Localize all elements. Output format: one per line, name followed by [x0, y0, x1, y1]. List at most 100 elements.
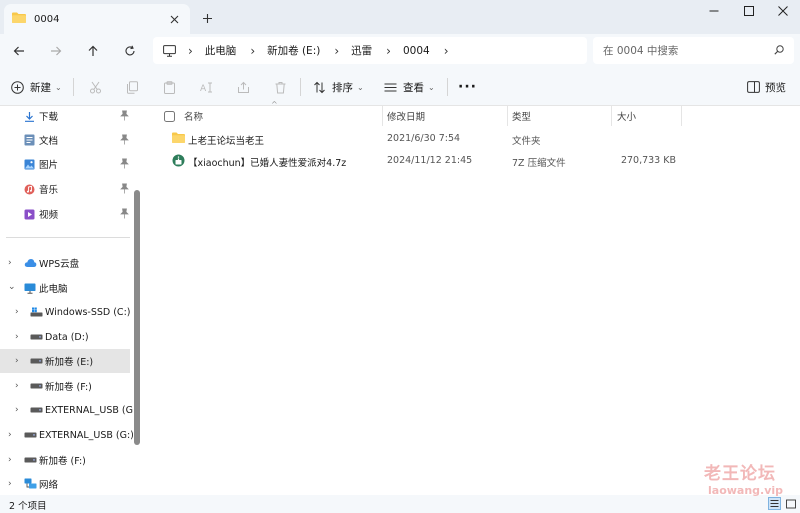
- archive-icon: [172, 154, 185, 170]
- back-button[interactable]: [6, 38, 32, 64]
- nav-item-drive-f[interactable]: › 新加卷 (F:): [0, 374, 130, 398]
- nav-label: 新加卷 (F:): [39, 456, 86, 467]
- svg-text:A: A: [200, 84, 207, 94]
- chevron-right-icon[interactable]: ›: [15, 332, 19, 342]
- new-tab-button[interactable]: [196, 7, 218, 29]
- folder-icon: [172, 132, 185, 146]
- nav-item-drive-e[interactable]: › 新加卷 (E:): [0, 349, 130, 373]
- preview-pane-button[interactable]: 预览: [747, 76, 786, 98]
- nav-item-music[interactable]: 音乐: [0, 177, 130, 201]
- nav-divider: [6, 237, 130, 238]
- nav-item-drive-g[interactable]: › EXTERNAL_USB (G:): [0, 398, 140, 422]
- computer-icon: [24, 283, 36, 294]
- column-label: 名称: [184, 112, 204, 123]
- column-header-type[interactable]: 类型: [512, 106, 531, 126]
- download-icon: [24, 111, 35, 122]
- nav-label: Windows-SSD (C:): [45, 306, 131, 318]
- nav-item-downloads[interactable]: 下载: [0, 106, 130, 128]
- up-button[interactable]: [80, 38, 106, 64]
- drive-icon: [24, 432, 37, 438]
- share-icon[interactable]: [234, 78, 252, 96]
- address-bar[interactable]: › 此电脑 › 新加卷 (E:) › 迅雷 › 0004 ›: [153, 37, 587, 64]
- nav-label: 音乐: [39, 185, 59, 196]
- chevron-right-icon[interactable]: ›: [15, 356, 19, 366]
- column-header-modified[interactable]: 修改日期: [387, 106, 425, 126]
- new-button[interactable]: 新建 ⌄: [11, 76, 62, 98]
- nav-item-new-volume-f[interactable]: › 新加卷 (F:): [0, 448, 130, 472]
- minimize-button[interactable]: [697, 0, 731, 22]
- title-bar: 0004: [0, 0, 800, 34]
- refresh-button[interactable]: [117, 38, 143, 64]
- sort-button[interactable]: 排序 ⌄: [313, 76, 364, 98]
- breadcrumb-0004[interactable]: 0004 ›: [403, 44, 461, 58]
- cloud-icon: [24, 258, 37, 268]
- search-placeholder: 在 0004 中搜索: [603, 45, 679, 57]
- nav-label: 网络: [39, 480, 59, 491]
- divider: [73, 78, 74, 96]
- file-list: ^ 名称 修改日期 类型 大小 上老王论坛当老王 2021/6/30 7:54 …: [160, 100, 800, 495]
- chevron-right-icon[interactable]: ›: [15, 307, 19, 317]
- file-name: 【xiaochun】已婚人妻性爱派对4.7z: [188, 158, 347, 169]
- file-modified: 2021/6/30 7:54: [387, 133, 461, 144]
- chevron-right-icon[interactable]: ›: [8, 430, 12, 440]
- nav-label: 此电脑: [39, 284, 68, 295]
- chevron-right-icon[interactable]: ›: [15, 405, 19, 415]
- nav-item-drive-d[interactable]: › Data (D:): [0, 325, 130, 349]
- nav-label: 新加卷 (E:): [45, 357, 94, 368]
- more-options-button[interactable]: ···: [458, 76, 477, 98]
- nav-label: 图片: [39, 160, 59, 171]
- close-window-button[interactable]: [766, 0, 800, 22]
- copy-icon[interactable]: [123, 78, 141, 96]
- nav-scrollbar-thumb[interactable]: [134, 190, 140, 445]
- pin-icon: [120, 110, 129, 124]
- breadcrumb-xunlei[interactable]: 迅雷 ›: [351, 43, 403, 58]
- table-row[interactable]: 【xiaochun】已婚人妻性爱派对4.7z 2024/11/12 21:45 …: [160, 150, 680, 172]
- sort-icon: [313, 81, 326, 94]
- paste-icon[interactable]: [160, 78, 178, 96]
- nav-label: WPS云盘: [39, 259, 80, 270]
- column-separator[interactable]: [507, 106, 508, 126]
- forward-button[interactable]: [43, 38, 69, 64]
- chevron-down-icon[interactable]: ⌄: [8, 282, 16, 292]
- nav-item-this-pc[interactable]: ⌄ 此电脑: [0, 276, 130, 300]
- divider: [447, 78, 448, 96]
- chevron-right-icon[interactable]: ›: [15, 381, 19, 391]
- rename-icon[interactable]: A: [197, 78, 215, 96]
- select-all-checkbox[interactable]: [164, 106, 175, 126]
- chevron-right-icon[interactable]: ›: [8, 455, 12, 465]
- watermark-sub: laowang.vip: [708, 484, 784, 497]
- tiles-view-button[interactable]: [784, 497, 797, 510]
- column-separator[interactable]: [382, 106, 383, 126]
- nav-item-drive-c[interactable]: › Windows-SSD (C:): [0, 300, 130, 324]
- breadcrumb-label: 此电脑: [204, 45, 237, 57]
- breadcrumb-drive-e[interactable]: 新加卷 (E:) ›: [267, 43, 351, 58]
- breadcrumb-separator[interactable]: ›: [188, 44, 205, 58]
- column-header-name[interactable]: 名称: [184, 106, 203, 126]
- breadcrumb-this-pc[interactable]: 此电脑 ›: [205, 43, 267, 58]
- nav-item-wps-cloud[interactable]: › WPS云盘: [0, 251, 130, 275]
- address-row: › 此电脑 › 新加卷 (E:) › 迅雷 › 0004 › 在 0004 中搜索: [0, 34, 800, 66]
- nav-item-external-usb-g[interactable]: › EXTERNAL_USB (G:): [0, 423, 134, 447]
- nav-item-videos[interactable]: 视频: [0, 202, 130, 226]
- search-input[interactable]: 在 0004 中搜索: [593, 37, 794, 64]
- view-button[interactable]: 查看 ⌄: [384, 76, 435, 98]
- music-icon: [24, 184, 35, 195]
- chevron-right-icon[interactable]: ›: [8, 258, 12, 268]
- delete-icon[interactable]: [271, 78, 289, 96]
- column-separator[interactable]: [611, 106, 612, 126]
- chevron-down-icon: ⌄: [55, 82, 62, 92]
- table-row[interactable]: 上老王论坛当老王 2021/6/30 7:54 文件夹: [160, 128, 680, 150]
- nav-label: 下载: [39, 112, 59, 123]
- tab-0004[interactable]: 0004: [4, 4, 190, 34]
- nav-item-documents[interactable]: 文档: [0, 128, 130, 152]
- column-header-size[interactable]: 大小: [617, 106, 636, 126]
- cut-icon[interactable]: [86, 78, 104, 96]
- column-separator[interactable]: [681, 106, 682, 126]
- maximize-button[interactable]: [732, 0, 766, 22]
- chevron-right-icon[interactable]: ›: [8, 479, 12, 489]
- close-tab-icon[interactable]: [164, 9, 184, 29]
- add-icon: [11, 80, 24, 94]
- details-view-button[interactable]: [768, 497, 781, 510]
- nav-item-pictures[interactable]: 图片: [0, 152, 130, 176]
- nav-item-network[interactable]: › 网络: [0, 472, 130, 495]
